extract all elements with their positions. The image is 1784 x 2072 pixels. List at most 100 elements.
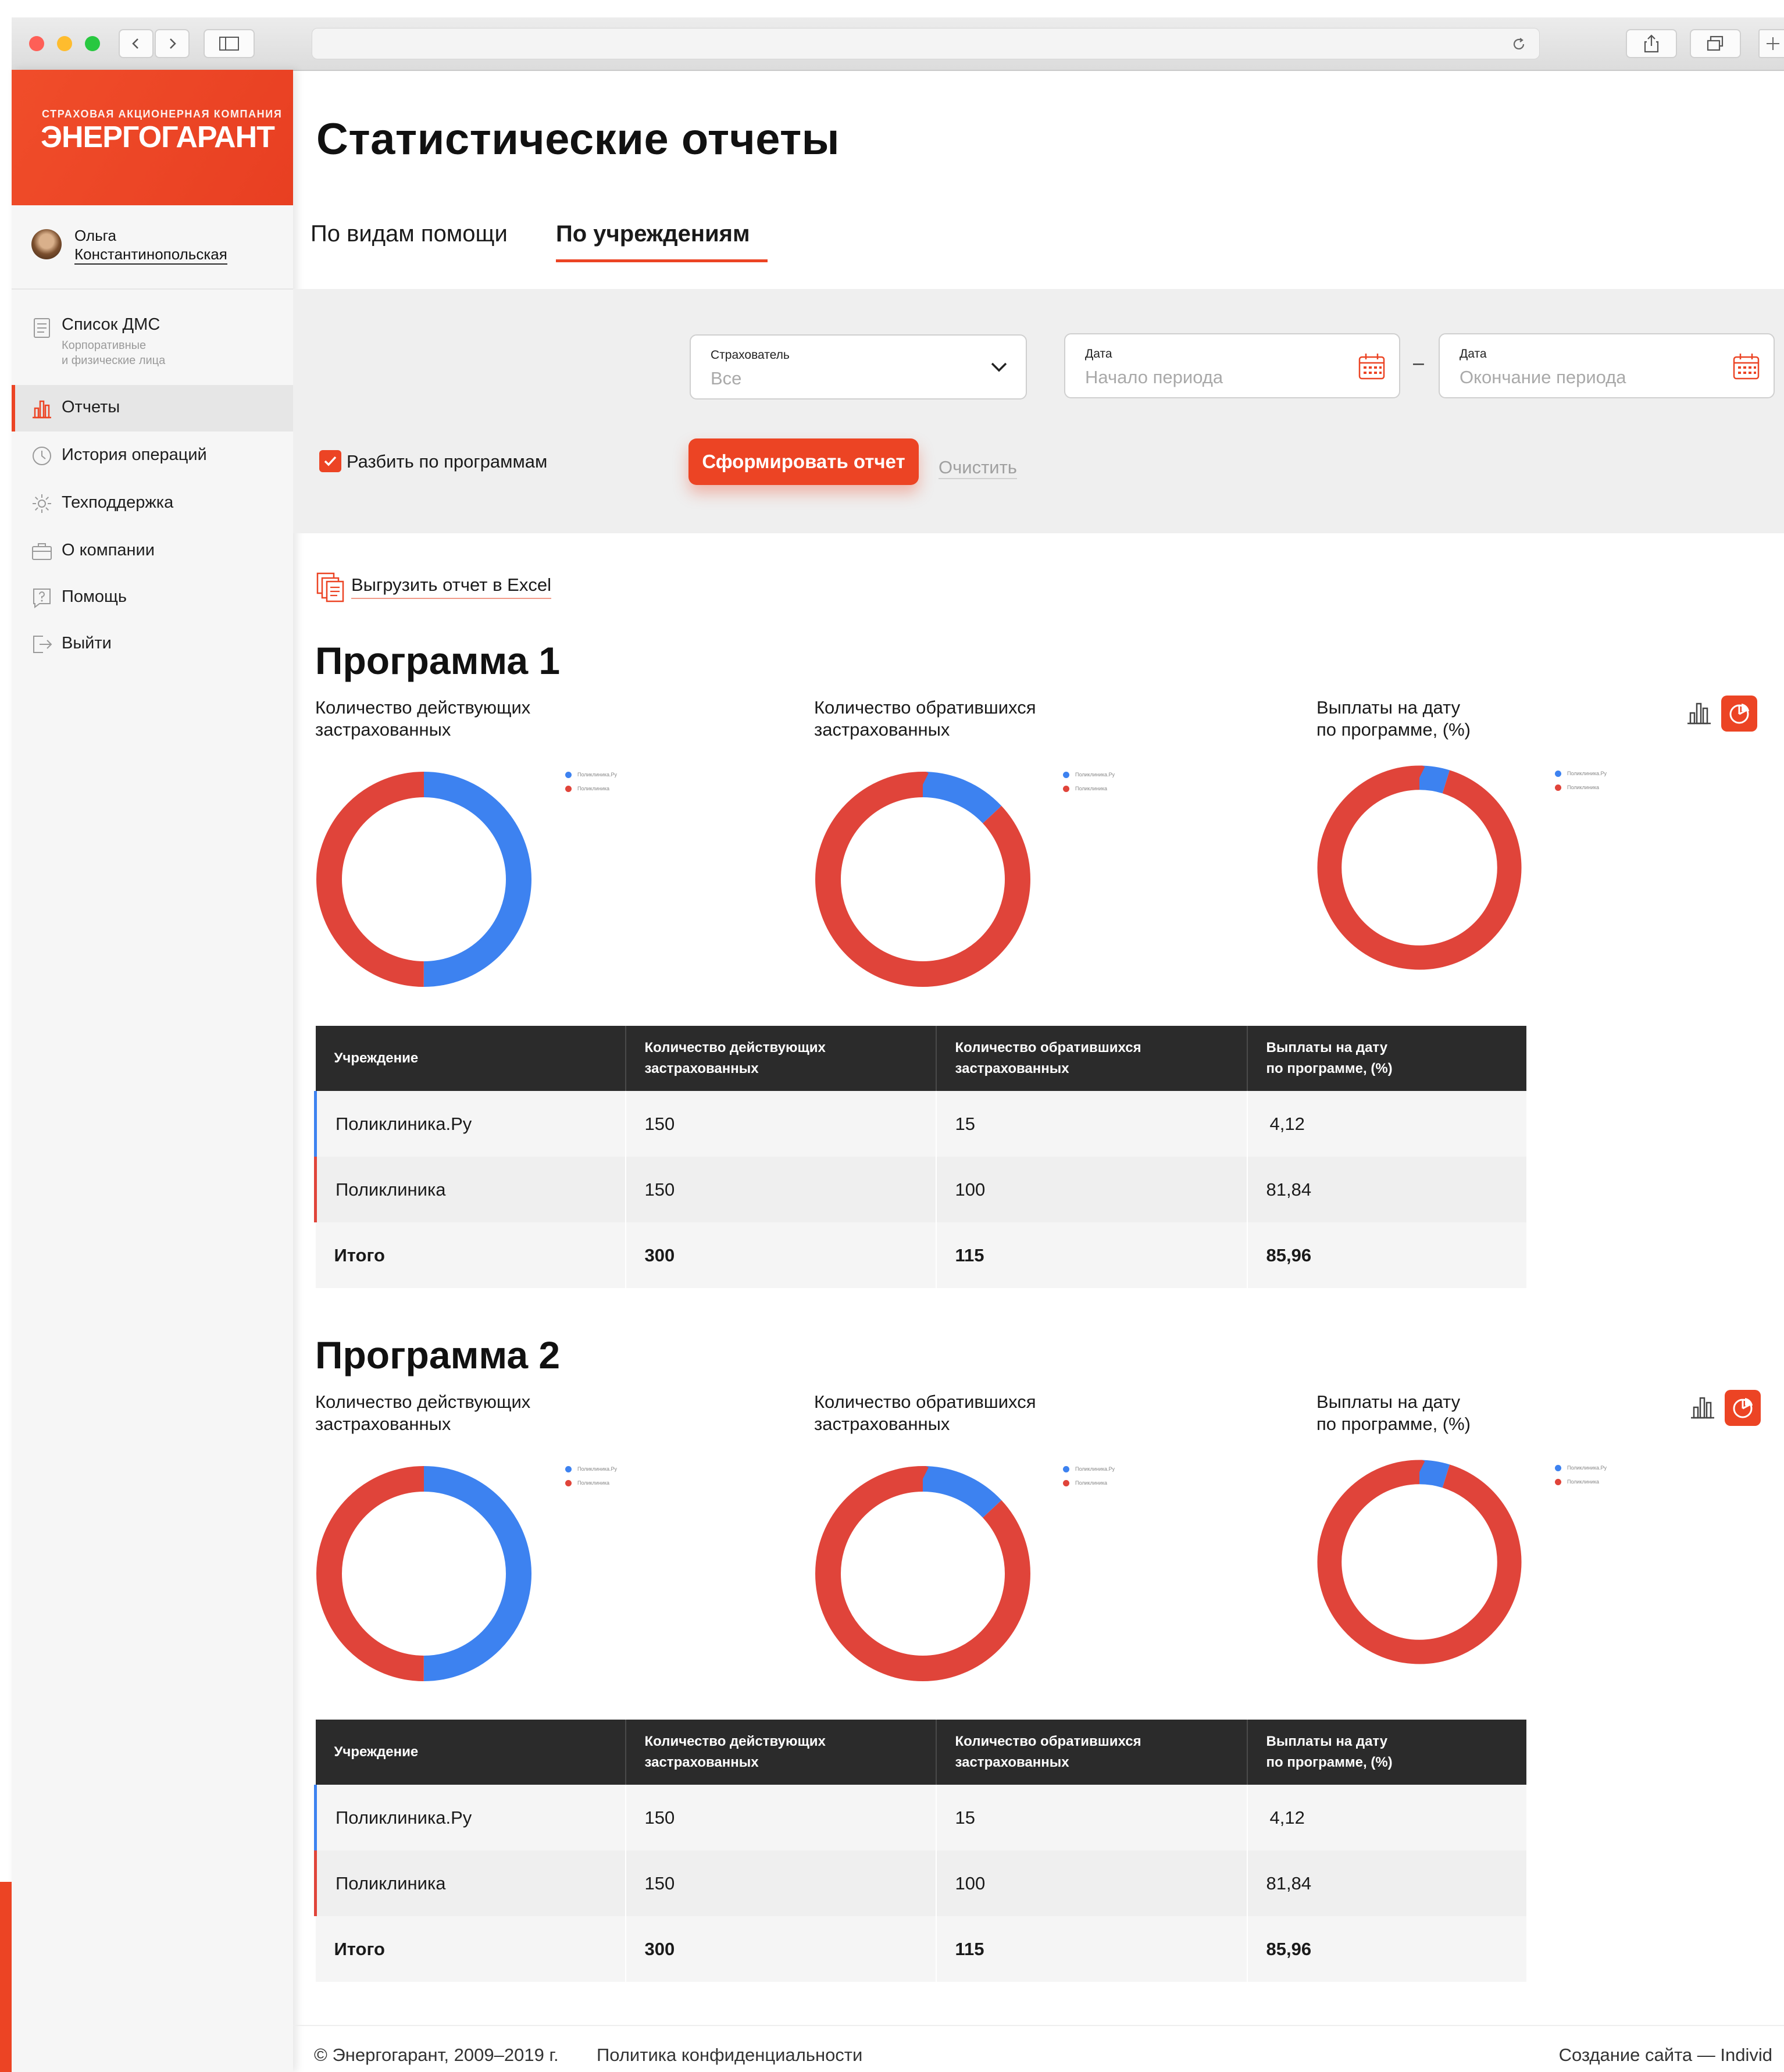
- donut-slice-2[interactable]: [1317, 1460, 1522, 1664]
- footer-privacy-link[interactable]: Политика конфиденциальности: [597, 2045, 862, 2066]
- address-bar[interactable]: [312, 28, 1540, 59]
- forward-button[interactable]: [155, 29, 190, 58]
- calendar-icon[interactable]: [1357, 352, 1386, 381]
- donut-chart[interactable]: [311, 766, 537, 993]
- legend-label: Поликлиника: [1075, 786, 1108, 791]
- sidebar-item-history[interactable]: История операций: [12, 433, 293, 479]
- logout-icon: [33, 636, 52, 653]
- calendar-icon[interactable]: [1732, 352, 1761, 381]
- date-start-label: Дата: [1085, 347, 1112, 361]
- sidebar-item-label: История операций: [62, 445, 207, 464]
- filter-panel: Страхователь Все Дата Начало периода – Д…: [293, 289, 1784, 533]
- donut-slice-2[interactable]: [1317, 765, 1522, 970]
- chart-caption-line: по программе, (%): [1316, 719, 1471, 740]
- sidebar-item-label: Выйти: [62, 634, 112, 652]
- table-cell: Итого: [315, 1916, 626, 1982]
- date-end-placeholder: Окончание периода: [1460, 367, 1626, 387]
- legend-item: Поликлиника.Ру: [1063, 768, 1115, 782]
- chart-legend: Поликлиника.Ру Поликлиника: [1555, 1461, 1607, 1489]
- new-tab-button[interactable]: [1758, 29, 1784, 58]
- table-cell: 115: [936, 1222, 1248, 1288]
- table-cell: 150: [625, 1157, 937, 1222]
- table-cell: Итого: [315, 1222, 626, 1288]
- side-accent-strip: [0, 1882, 12, 2072]
- share-button[interactable]: [1626, 29, 1677, 58]
- chart-legend: Поликлиника.Ру Поликлиника: [565, 768, 617, 796]
- avatar[interactable]: [31, 229, 62, 259]
- maximize-window-button[interactable]: [85, 36, 100, 51]
- sidebar-item-reports[interactable]: Отчеты: [12, 385, 293, 431]
- table-cell: Поликлиника.Ру: [314, 1785, 626, 1850]
- clear-filters-link[interactable]: Очистить: [939, 457, 1017, 479]
- table-cell: 81,84: [1247, 1850, 1526, 1916]
- sidebar-item-sub: и физические лица: [62, 354, 166, 367]
- chart-caption-line: Количество обратившихся: [814, 697, 1036, 718]
- sidebar: СТРАХОВАЯ АКЦИОНЕРНАЯ КОМПАНИЯ ЭНЕРГОГАР…: [12, 70, 293, 2072]
- close-window-button[interactable]: [29, 36, 44, 51]
- table-cell: 4,12: [1247, 1785, 1526, 1850]
- excel-export-icon[interactable]: [316, 572, 344, 602]
- export-excel-link[interactable]: Выгрузить отчет в Excel: [351, 575, 551, 599]
- legend-label: Поликлиника.Ру: [577, 772, 618, 778]
- column-header[interactable]: Выплаты на дату по программе, (%): [1247, 1720, 1526, 1785]
- insurer-select[interactable]: Страхователь Все: [690, 334, 1027, 400]
- column-header[interactable]: Учреждение: [315, 1026, 626, 1091]
- sidebar-item-logout[interactable]: Выйти: [12, 621, 293, 668]
- tab-by-institution[interactable]: По учреждениям: [556, 221, 750, 247]
- table-header-row: Учреждение Количество действующих застрах…: [315, 1026, 1526, 1091]
- bar-view-toggle-icon[interactable]: [1690, 1395, 1715, 1420]
- donut-chart[interactable]: [1312, 760, 1527, 975]
- user-last-name-link[interactable]: Константинопольская: [74, 245, 227, 265]
- back-button[interactable]: [119, 29, 154, 58]
- legend-item: Поликлиника: [565, 782, 617, 796]
- sidebar-item-about[interactable]: О компании: [12, 528, 293, 575]
- brand-company-line: СТРАХОВАЯ АКЦИОНЕРНАЯ КОМПАНИЯ: [42, 108, 283, 120]
- table-header-row: Учреждение Количество действующих застрах…: [315, 1720, 1526, 1785]
- legend-label: Поликлиника: [1567, 784, 1600, 790]
- sidebar-item-dms-list[interactable]: Список ДМС Корпоративные и физические ли…: [12, 308, 293, 378]
- date-start-field[interactable]: Дата Начало периода: [1064, 333, 1400, 398]
- split-by-program-label[interactable]: Разбить по программам: [347, 451, 547, 472]
- tab-by-assistance-type[interactable]: По видам помощи: [311, 221, 508, 247]
- sidebar-divider: [12, 288, 293, 290]
- column-header[interactable]: Количество обратившихся застрахованных: [936, 1720, 1248, 1785]
- table-row: Поликлиника 150 100 81,84: [314, 1157, 1526, 1222]
- sidebar-item-label: Список ДМС: [62, 315, 160, 334]
- brand-header[interactable]: СТРАХОВАЯ АКЦИОНЕРНАЯ КОМПАНИЯ ЭНЕРГОГАР…: [12, 70, 293, 205]
- legend-item: Поликлиника.Ру: [1555, 766, 1607, 780]
- generate-report-button[interactable]: Сформировать отчет: [688, 438, 919, 485]
- table-cell: 150: [625, 1785, 937, 1850]
- table-cell: 4,12: [1247, 1091, 1526, 1157]
- sidebar-item-help[interactable]: Помощь: [12, 575, 293, 621]
- reload-icon[interactable]: [1511, 37, 1526, 52]
- table-cell: 100: [936, 1157, 1248, 1222]
- column-header[interactable]: Учреждение: [315, 1720, 626, 1785]
- sidebar-item-label: О компании: [62, 541, 155, 559]
- column-header[interactable]: Количество обратившихся застрахованных: [936, 1026, 1248, 1091]
- tabs-overview-button[interactable]: [1690, 29, 1741, 58]
- split-by-program-checkbox[interactable]: [319, 450, 341, 472]
- legend-item: Поликлиника: [1063, 1476, 1115, 1490]
- donut-chart[interactable]: [809, 766, 1036, 993]
- legend-item: Поликлиника.Ру: [565, 768, 617, 782]
- table-cell: 15: [936, 1091, 1248, 1157]
- pie-view-toggle-button[interactable]: [1725, 1390, 1761, 1426]
- pie-view-toggle-button[interactable]: [1721, 696, 1757, 732]
- column-header[interactable]: Выплаты на дату по программе, (%): [1247, 1026, 1526, 1091]
- footer-credit-link[interactable]: Создание сайта — Individ: [1559, 2045, 1772, 2066]
- column-header[interactable]: Количество действующих застрахованных: [625, 1026, 937, 1091]
- date-end-field[interactable]: Дата Окончание периода: [1439, 333, 1775, 398]
- sidebar-toggle-button[interactable]: [204, 29, 255, 58]
- donut-chart[interactable]: [311, 1460, 537, 1687]
- sidebar-item-support[interactable]: Техподдержка: [12, 480, 293, 527]
- insurer-label: Страхователь: [711, 348, 790, 362]
- chart-caption: Выплаты на дату по программе, (%): [1316, 1391, 1471, 1435]
- column-header[interactable]: Количество действующих застрахованных: [625, 1720, 937, 1785]
- date-range-separator: –: [1413, 352, 1424, 374]
- table-cell: 81,84: [1247, 1157, 1526, 1222]
- bar-view-toggle-icon[interactable]: [1686, 700, 1712, 726]
- donut-chart[interactable]: [809, 1460, 1036, 1687]
- tabs-icon: [1707, 35, 1724, 51]
- minimize-window-button[interactable]: [57, 36, 72, 51]
- donut-chart[interactable]: [1312, 1454, 1527, 1670]
